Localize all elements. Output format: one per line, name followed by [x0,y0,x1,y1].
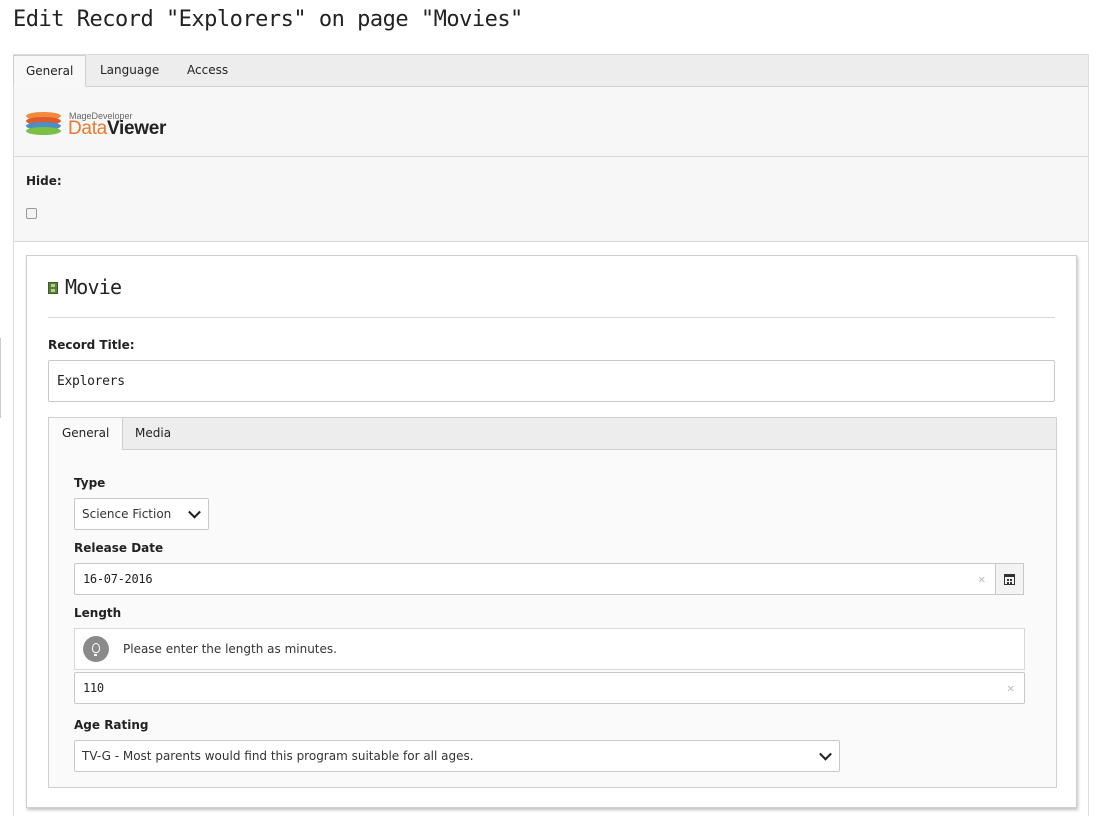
panel-divider [48,317,1055,318]
tab-language[interactable]: Language [88,55,171,86]
film-icon [48,282,58,294]
panel-heading: Movie [48,275,122,299]
type-select[interactable]: Science Fiction [74,498,209,530]
page-title: Edit Record "Explorers" on page "Movies" [13,7,523,32]
length-input[interactable]: 110 ✕ [74,672,1025,704]
inner-tab-content: Type Science Fiction Release Date 16-07-… [49,450,1056,787]
chevron-down-icon [819,747,832,761]
hide-checkbox[interactable] [26,208,37,219]
dataviewer-logo-row: MageDeveloper DataViewer [14,87,1088,157]
clear-x-icon[interactable]: ✕ [1007,681,1014,695]
inner-tabs-container: General Media Type Science Fiction Relea… [48,417,1057,788]
calendar-icon [1004,573,1015,585]
release-date-input[interactable]: 16-07-2016 ✕ [74,563,996,595]
panel-heading-text: Movie [65,275,122,299]
lightbulb-icon [83,636,109,662]
record-panel: Movie Record Title: Explorers General Me… [26,255,1077,808]
inner-tab-general[interactable]: General [49,418,124,450]
record-title-label: Record Title: [48,338,135,352]
record-title-input[interactable]: Explorers [48,360,1055,402]
clear-x-icon[interactable]: ✕ [978,572,985,586]
age-rating-label: Age Rating [74,718,149,732]
length-label: Length [74,606,122,620]
length-hint: Please enter the length as minutes. [74,628,1025,670]
release-date-label: Release Date [74,541,164,555]
length-hint-text: Please enter the length as minutes. [123,642,337,656]
logo-wordmark: DataViewer [68,118,167,139]
top-tab-bar: General Language Access [13,55,1088,87]
chevron-down-icon [188,505,201,519]
age-rating-select[interactable]: TV-G - Most parents would find this prog… [74,740,840,772]
calendar-button[interactable] [995,563,1024,595]
side-divider [0,338,1,418]
hide-field-row: Hide: [14,157,1088,242]
tab-access[interactable]: Access [175,55,240,86]
inner-tab-bar: General Media [49,418,1056,450]
type-label: Type [74,476,106,490]
inner-tab-media[interactable]: Media [122,418,184,449]
tab-general[interactable]: General [13,55,87,87]
hide-label: Hide: [26,174,62,188]
